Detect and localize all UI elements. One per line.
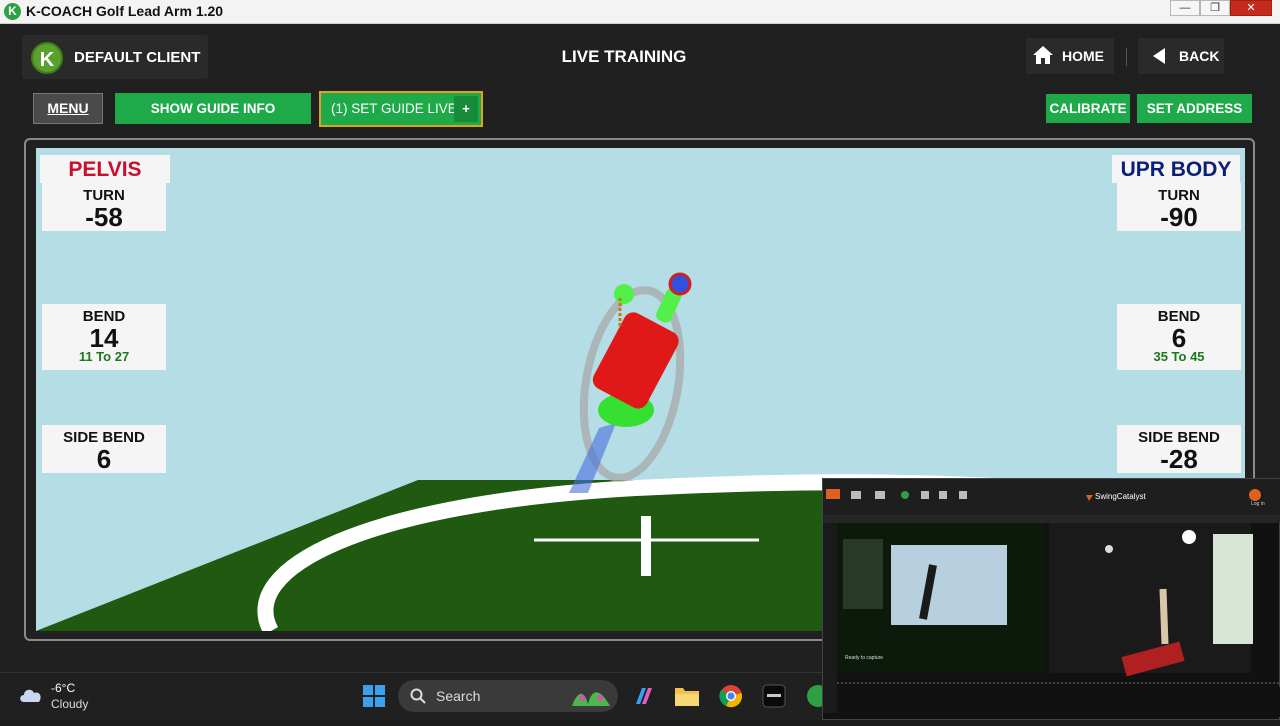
pelvis-bend-panel: BEND 14 11 To 27 <box>42 304 166 370</box>
weather-temperature[interactable]: -6°C <box>51 681 75 695</box>
set-address-button[interactable]: SET ADDRESS <box>1137 94 1252 123</box>
close-button[interactable]: ✕ <box>1230 0 1272 16</box>
weather-condition[interactable]: Cloudy <box>51 697 88 711</box>
pelvis-bend-range: 11 To 27 <box>78 349 130 364</box>
page-title: LIVE TRAINING <box>561 47 687 66</box>
file-explorer-icon[interactable] <box>674 685 700 707</box>
set-guide-live-label: (1) SET GUIDE LIVE <box>331 101 457 116</box>
app-logo-icon: K <box>4 3 21 20</box>
swing-catalyst-status: Ready to capture <box>845 655 884 661</box>
maximize-button[interactable]: ❐ <box>1200 0 1230 16</box>
cloud-icon <box>20 689 41 702</box>
pelvis-side-bend-panel: SIDE BEND 6 <box>42 425 166 473</box>
window-title: K-COACH Golf Lead Arm 1.20 <box>26 3 224 19</box>
home-label: HOME <box>1062 48 1104 64</box>
ball-marker <box>641 516 651 576</box>
camera-app-icon[interactable] <box>762 684 786 708</box>
nav-divider <box>1126 48 1127 66</box>
pelvis-header: PELVIS <box>40 155 170 183</box>
pelvis-turn-panel: TURN -58 <box>42 183 166 231</box>
upper-body-bend-range: 35 To 45 <box>1153 349 1205 364</box>
upper-body-bend-panel: BEND 6 35 To 45 <box>1117 304 1241 370</box>
hand-sensor-icon <box>668 272 692 296</box>
back-label: BACK <box>1179 48 1220 64</box>
search-highlight-icon <box>572 692 610 706</box>
upper-body-turn-value: -90 <box>1160 202 1198 232</box>
client-name: DEFAULT CLIENT <box>74 49 201 66</box>
chrome-icon[interactable] <box>719 684 743 708</box>
copilot-icon[interactable] <box>632 684 656 708</box>
search-icon <box>410 688 426 704</box>
show-guide-info-button[interactable]: SHOW GUIDE INFO <box>115 93 311 124</box>
upper-body-header: UPR BODY <box>1112 155 1240 183</box>
golfer-figure-right <box>1159 588 1169 645</box>
upper-body-side-bend-value: -28 <box>1160 444 1198 474</box>
pelvis-bend-value: 14 <box>89 323 119 353</box>
windows-start-icon[interactable] <box>362 684 386 708</box>
search-placeholder: Search <box>436 688 481 704</box>
add-guide-button[interactable]: + <box>454 96 478 122</box>
pelvis-side-bend-value: 6 <box>96 444 112 474</box>
pelvis-turn-value: -58 <box>85 202 123 232</box>
client-logo-icon: K <box>31 42 63 74</box>
swing-catalyst-app-name: SwingCatalyst <box>1095 492 1146 501</box>
upper-body-bend-value: 6 <box>1171 323 1187 353</box>
set-guide-live-button[interactable]: (1) SET GUIDE LIVE + <box>319 91 483 127</box>
swing-catalyst-scene <box>823 479 1280 717</box>
calibrate-button[interactable]: CALIBRATE <box>1046 94 1130 123</box>
kcoach-taskbar-icon[interactable] <box>806 684 822 708</box>
upper-body-turn-panel: TURN -90 <box>1117 183 1241 231</box>
back-arrow-icon <box>1153 48 1165 64</box>
upper-body-side-bend-panel: SIDE BEND -28 <box>1117 425 1241 473</box>
menu-button[interactable]: MENU <box>33 93 103 124</box>
swing-catalyst-login[interactable]: Log in <box>1251 501 1265 507</box>
home-icon <box>1033 46 1053 64</box>
swing-catalyst-window[interactable]: SwingCatalyst Log in Ready to capture <box>822 478 1280 720</box>
shoulder-joint <box>614 284 634 304</box>
minimize-button[interactable]: — <box>1170 0 1200 16</box>
